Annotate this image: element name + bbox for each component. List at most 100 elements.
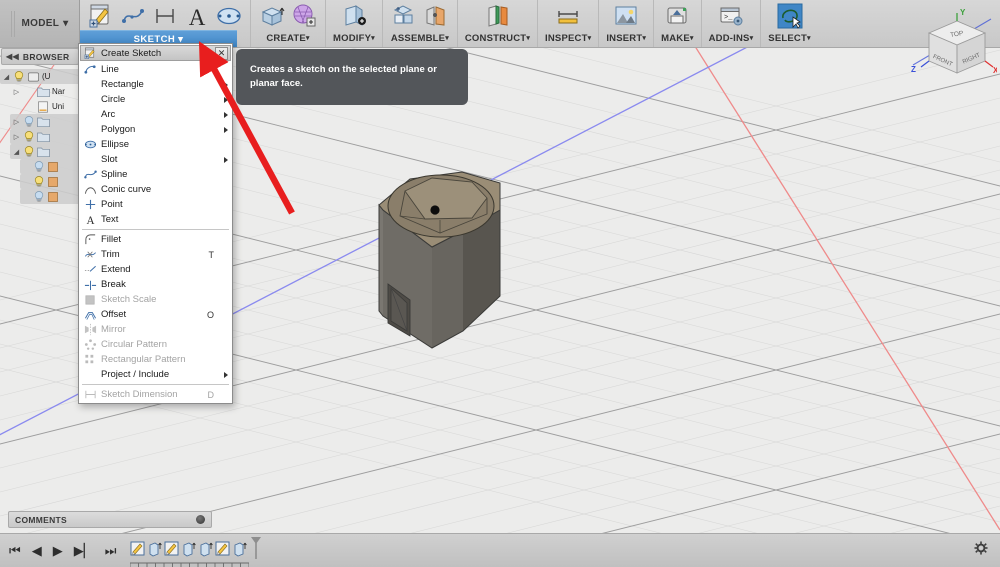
play-button[interactable]: ▶ [53, 543, 63, 559]
tree-node[interactable]: ◢ (U [0, 69, 80, 84]
new-component-icon[interactable] [390, 2, 418, 30]
tree-node[interactable]: ◢ [10, 144, 80, 159]
menu-item-circle[interactable]: Circle [79, 92, 232, 107]
insert-image-icon[interactable] [612, 2, 640, 30]
menu-item-break[interactable]: Break [79, 277, 232, 292]
timeline-playback-controls[interactable]: ⏮ ◀ ▶ ▶▏ ⏭ [0, 543, 116, 559]
toolbar-group-make[interactable]: MAKE▾ [654, 0, 702, 47]
toolbar-group-assemble[interactable]: ASSEMBLE▾ [383, 0, 458, 47]
tree-node[interactable]: Uni [10, 99, 80, 114]
spline-icon[interactable] [119, 2, 147, 30]
timeline-features[interactable] [130, 541, 250, 567]
viewcube[interactable]: TOP FRONT RIGHT X Y Z [905, 5, 999, 97]
sketch-dropdown-menu[interactable]: Create Sketch ✕ Line Rectangle Circle Arc Po… [78, 43, 233, 404]
tree-node[interactable]: ▷ Nar [10, 84, 80, 99]
press-pull-icon[interactable] [340, 2, 368, 30]
select-lasso-icon[interactable] [776, 2, 804, 30]
collapse-left-icon[interactable]: ◀◀ [6, 52, 19, 61]
toolbar-group-construct[interactable]: CONSTRUCT▾ [458, 0, 539, 47]
axis-label-x: X [993, 66, 997, 75]
no-icon [84, 153, 97, 166]
visibility-bulb-icon[interactable] [33, 175, 45, 188]
tree-node[interactable] [20, 189, 80, 204]
timeline-item-extrude[interactable] [232, 541, 250, 567]
gear-icon[interactable] [974, 541, 988, 560]
menu-item-project-include[interactable]: Project / Include [79, 367, 232, 382]
timeline-item-sketch[interactable] [215, 541, 233, 567]
options-dot-icon[interactable] [196, 515, 205, 524]
offset-plane-icon[interactable] [483, 2, 511, 30]
step-back-button[interactable]: ◀ [32, 543, 42, 559]
menu-item-conic-curve[interactable]: Conic curve [79, 182, 232, 197]
measure-icon[interactable] [554, 2, 582, 30]
menu-item-label: Text [101, 214, 119, 225]
tree-node[interactable] [20, 174, 80, 189]
visibility-bulb-icon[interactable] [23, 130, 35, 143]
timeline-item-sketch[interactable] [164, 541, 182, 567]
twisty-right-icon[interactable]: ▷ [12, 118, 21, 126]
create-sketch-icon[interactable] [87, 2, 115, 30]
comments-bar[interactable]: COMMENTS [8, 511, 212, 528]
visibility-bulb-icon[interactable] [23, 145, 35, 158]
go-to-beginning-button[interactable]: ⏮ [9, 543, 21, 559]
menu-item-trim[interactable]: Trim T [79, 247, 232, 262]
tree-node[interactable] [20, 159, 80, 174]
menu-item-rectangular-pattern: Rectangular Pattern [79, 352, 232, 367]
step-forward-button[interactable]: ▶▏ [74, 543, 94, 559]
visibility-bulb-icon[interactable] [13, 70, 25, 83]
timeline-item-sketch[interactable] [130, 541, 148, 567]
twisty-right-icon[interactable]: ▷ [12, 88, 21, 96]
menu-header-create-sketch[interactable]: Create Sketch ✕ [80, 45, 231, 61]
menu-item-point[interactable]: Point [79, 197, 232, 212]
menu-item-ellipse[interactable]: Ellipse [79, 137, 232, 152]
menu-item-spline[interactable]: Spline [79, 167, 232, 182]
joint-icon[interactable] [422, 2, 450, 30]
close-icon[interactable]: ✕ [215, 46, 228, 60]
3d-print-icon[interactable] [663, 2, 691, 30]
text-icon[interactable]: A [183, 2, 211, 30]
visibility-bulb-icon[interactable] [23, 115, 35, 128]
timeline-end-marker[interactable] [250, 536, 262, 565]
menu-item-label: Project / Include [101, 369, 170, 380]
menu-item-text[interactable]: A Text [79, 212, 232, 227]
menu-item-rectangle[interactable]: Rectangle [79, 77, 232, 92]
timeline-item-extrude[interactable] [198, 541, 216, 567]
visibility-bulb-icon[interactable] [33, 190, 45, 203]
dimension-icon[interactable] [151, 2, 179, 30]
tree-node-label: (U [42, 72, 51, 81]
submenu-arrow-icon [224, 111, 228, 118]
visibility-bulb-icon[interactable] [33, 160, 45, 173]
menu-item-sketch-scale: Sketch Scale [79, 292, 232, 307]
menu-item-line[interactable]: Line [79, 62, 232, 77]
menu-item-offset[interactable]: Offset O [79, 307, 232, 322]
submenu-arrow-icon [224, 371, 228, 378]
toolbar-group-inspect[interactable]: INSPECT▾ [538, 0, 600, 47]
menu-item-fillet[interactable]: Fillet [79, 232, 232, 247]
menu-item-polygon[interactable]: Polygon [79, 122, 232, 137]
menu-item-arc[interactable]: Arc [79, 107, 232, 122]
twisty-right-icon[interactable]: ▷ [12, 133, 21, 141]
ellipse-icon[interactable] [215, 2, 243, 30]
mesh-icon[interactable] [290, 2, 318, 30]
go-to-end-button[interactable]: ⏭ [105, 543, 117, 559]
toolbar-group-insert[interactable]: INSERT▾ [599, 0, 655, 47]
tooltip-text: Creates a sketch on the selected plane o… [250, 64, 437, 89]
workspace-switcher[interactable]: MODEL ▾ [0, 0, 80, 47]
tree-node[interactable]: ▷ [10, 114, 80, 129]
script-icon[interactable]: >_ [717, 2, 745, 30]
browser-tree[interactable]: ◢ (U ▷ Nar Uni ▷ ▷ ◢ [0, 69, 80, 204]
toolbar-group-select[interactable]: SELECT▾ [761, 0, 817, 47]
timeline-item-extrude[interactable] [147, 541, 165, 567]
browser-panel: ◀◀ BROWSER ◢ (U ▷ Nar Uni ▷ ▷ ◢ [0, 48, 80, 507]
toolbar-group-create[interactable]: CREATE▾ [251, 0, 326, 47]
tree-node[interactable]: ▷ [10, 129, 80, 144]
toolbar-group-add-ins[interactable]: >_ ADD-INS▾ [702, 0, 762, 47]
twisty-down-icon[interactable]: ◢ [12, 148, 21, 156]
browser-header[interactable]: ◀◀ BROWSER [1, 48, 79, 65]
extrude-icon[interactable] [258, 2, 286, 30]
toolbar-group-modify[interactable]: MODIFY▾ [326, 0, 383, 47]
twisty-down-icon[interactable]: ◢ [2, 73, 11, 81]
menu-item-slot[interactable]: Slot [79, 152, 232, 167]
timeline-item-extrude[interactable] [181, 541, 199, 567]
menu-item-extend[interactable]: Extend [79, 262, 232, 277]
